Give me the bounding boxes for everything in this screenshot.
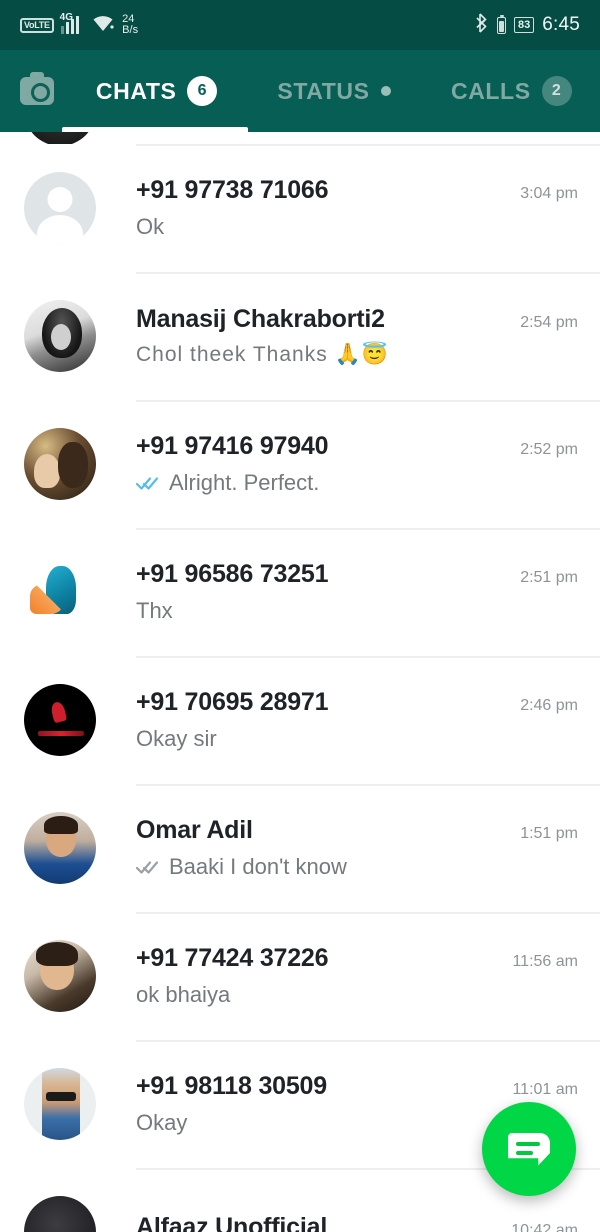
scrolled-partial-row (0, 132, 600, 144)
chat-list[interactable]: +91 97738 71066 3:04 pm Ok Manasij Chakr… (0, 132, 600, 1232)
tab-calls-badge: 2 (541, 76, 572, 106)
chat-preview: Okay (136, 1110, 188, 1135)
tab-calls[interactable]: CALLS 2 (423, 50, 600, 132)
list-divider (136, 272, 600, 274)
data-rate: 24 B/s (122, 14, 138, 36)
chat-time: 2:51 pm (520, 569, 578, 586)
chat-preview: ok bhaiya (136, 982, 231, 1007)
chat-title: +91 70695 28971 (136, 688, 329, 716)
chat-time: 1:51 pm (520, 825, 578, 842)
status-unread-dot-icon (380, 86, 391, 96)
list-divider (136, 1040, 600, 1042)
chat-time: 11:01 am (512, 1081, 578, 1098)
app-bar: CHATS 6 STATUS CALLS 2 (0, 50, 600, 132)
battery-icon (496, 14, 506, 34)
tab-chats-badge: 6 (187, 76, 218, 106)
chat-title: +91 97416 97940 (136, 432, 329, 460)
read-receipt-icon (136, 475, 162, 491)
list-item[interactable]: +91 97738 71066 3:04 pm Ok (0, 144, 600, 272)
list-divider (136, 528, 600, 530)
chat-title: +91 96586 73251 (136, 560, 329, 588)
list-divider (136, 656, 600, 658)
chat-title: +91 97738 71066 (136, 176, 329, 204)
avatar[interactable] (24, 812, 96, 884)
avatar[interactable] (24, 300, 96, 372)
chat-time: 10:42 am (511, 1222, 578, 1232)
chat-time: 11:56 am (512, 953, 578, 970)
list-divider (136, 784, 600, 786)
volte-icon: VoLTE (20, 17, 54, 33)
chat-preview: Chol theek Thanks 🙏😇 (136, 343, 389, 366)
list-item[interactable]: +91 97416 97940 2:52 pm Alright. Perfect… (0, 400, 600, 528)
battery-percent: 83 (513, 17, 535, 33)
data-rate-unit: B/s (122, 24, 139, 36)
chat-title: Alfaaz Unofficial (136, 1213, 328, 1232)
camera-icon (20, 72, 54, 105)
chat-preview: Alright. Perfect. (169, 470, 320, 495)
list-item[interactable]: +91 96586 73251 2:51 pm Thx (0, 528, 600, 656)
delivered-receipt-icon (136, 859, 162, 875)
avatar[interactable] (24, 1068, 96, 1140)
list-divider (136, 912, 600, 914)
signal-icon: 4G (60, 12, 85, 34)
list-item[interactable]: +91 70695 28971 2:46 pm Okay sir (0, 656, 600, 784)
status-bar-clock: 6:45 (542, 14, 580, 35)
chat-time: 2:54 pm (520, 314, 578, 331)
list-item[interactable]: Omar Adil 1:51 pm Baaki I don't know (0, 784, 600, 912)
bluetooth-icon (476, 12, 489, 38)
wifi-icon (91, 13, 115, 37)
tab-calls-label: CALLS (450, 77, 531, 104)
new-chat-icon (508, 1132, 550, 1166)
chat-time: 2:46 pm (520, 697, 578, 714)
tab-chats-label: CHATS (95, 77, 177, 104)
chat-preview: Ok (136, 214, 165, 239)
chat-title: Omar Adil (136, 816, 253, 844)
avatar[interactable] (24, 684, 96, 756)
status-bar-right: 83 6:45 (476, 12, 580, 38)
list-divider (136, 144, 600, 146)
chat-preview: Thx (136, 598, 173, 623)
chat-title: Manasij Chakraborti2 (136, 305, 385, 333)
avatar[interactable] (24, 1196, 96, 1232)
chat-title: +91 77424 37226 (136, 944, 329, 972)
avatar[interactable] (24, 428, 96, 500)
avatar[interactable] (24, 556, 96, 628)
tab-camera[interactable] (6, 72, 68, 105)
avatar[interactable] (24, 940, 96, 1012)
list-divider (136, 400, 600, 402)
status-bar-left: VoLTE 4G 24 B/s (20, 12, 476, 37)
chat-time: 2:52 pm (520, 441, 578, 458)
tab-chats[interactable]: CHATS 6 (68, 50, 245, 132)
tab-status[interactable]: STATUS (245, 50, 422, 132)
tab-bar: CHATS 6 STATUS CALLS 2 (68, 50, 600, 132)
tab-status-label: STATUS (277, 77, 370, 104)
status-bar: VoLTE 4G 24 B/s 83 6:45 (0, 0, 600, 50)
chat-preview: Baaki I don't know (169, 854, 347, 879)
chat-preview: Okay sir (136, 726, 217, 751)
avatar (24, 132, 96, 144)
chat-title: +91 98118 30509 (136, 1072, 327, 1100)
list-item[interactable]: Manasij Chakraborti2 2:54 pm Chol theek … (0, 272, 600, 400)
chat-time: 3:04 pm (520, 185, 578, 202)
list-item[interactable]: +91 77424 37226 11:56 am ok bhaiya (0, 912, 600, 1040)
avatar[interactable] (24, 172, 96, 244)
new-chat-fab[interactable] (482, 1102, 576, 1196)
network-type-label: 4G (59, 12, 74, 23)
